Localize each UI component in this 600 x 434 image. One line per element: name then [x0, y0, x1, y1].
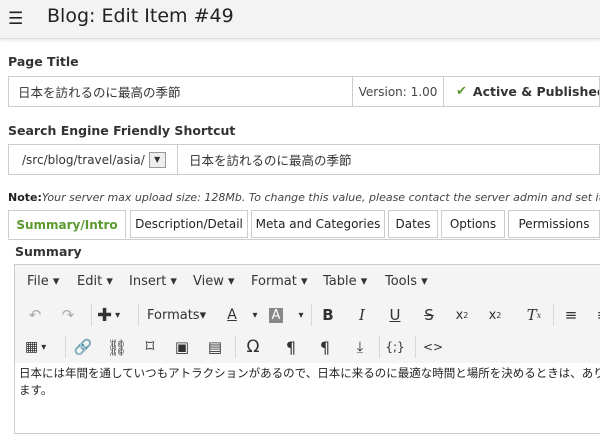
- version-label: Version: 1.00: [352, 76, 444, 107]
- toolbar-divider: [91, 304, 92, 326]
- media-icon[interactable]: ▤: [205, 337, 225, 357]
- toolbar-divider: [65, 336, 66, 358]
- toolbar-divider: [415, 336, 416, 358]
- menu-table[interactable]: Table ▾: [323, 274, 367, 289]
- editor-menubar: File ▾ Edit ▾ Insert ▾ View ▾ Format ▾ T…: [15, 265, 600, 299]
- tab-meta-categories[interactable]: Meta and Categories: [251, 210, 385, 238]
- note-prefix: Note:: [8, 191, 42, 204]
- slug-input[interactable]: 日本を訪れるのに最高の季節: [177, 144, 600, 175]
- menu-edit[interactable]: Edit ▾: [77, 274, 113, 289]
- note-text: Your server max upload size: 128Mb. To c…: [41, 191, 600, 204]
- unlink-icon[interactable]: ⛓: [107, 337, 127, 357]
- top-bar: ☰ Blog: Edit Item #49: [0, 0, 600, 39]
- special-character-icon[interactable]: Ω: [243, 337, 263, 357]
- menu-insert[interactable]: Insert ▾: [129, 274, 177, 289]
- superscript-icon[interactable]: x2: [485, 305, 505, 325]
- upload-note: Note:Your server max upload size: 128Mb.…: [8, 191, 600, 204]
- table-icon[interactable]: ▦ ▾: [25, 337, 46, 357]
- toolbar-divider: [379, 336, 380, 358]
- background-color-dropdown-icon[interactable]: ▾: [291, 305, 311, 325]
- hamburger-menu-icon[interactable]: ☰: [8, 9, 23, 29]
- insert-element-icon[interactable]: ⤓: [350, 337, 370, 357]
- undo-icon[interactable]: ↶: [25, 305, 45, 325]
- chevron-down-icon[interactable]: ▼: [148, 151, 166, 168]
- toolbar-divider: [311, 304, 312, 326]
- tab-bar: Summary/Intro Description/Detail Meta an…: [8, 210, 600, 240]
- underline-icon[interactable]: U: [385, 305, 405, 325]
- source-code-icon[interactable]: <>: [423, 337, 443, 357]
- subscript-icon[interactable]: x2: [452, 305, 472, 325]
- strikethrough-icon[interactable]: S: [419, 305, 439, 325]
- rich-text-editor: File ▾ Edit ▾ Insert ▾ View ▾ Format ▾ T…: [14, 264, 600, 434]
- summary-label: Summary: [15, 244, 82, 259]
- toolbar-divider: [138, 304, 139, 326]
- path-select[interactable]: /src/blog/travel/asia/ ▼: [8, 144, 178, 175]
- code-block-icon[interactable]: {;}: [385, 337, 405, 357]
- status-indicator[interactable]: ✔ Active & Published: [443, 76, 600, 107]
- text-color-icon[interactable]: A: [222, 305, 242, 325]
- redo-icon[interactable]: ↷: [58, 305, 78, 325]
- toolbar-divider: [553, 304, 554, 326]
- tab-summary-intro[interactable]: Summary/Intro: [8, 210, 126, 239]
- background-color-icon[interactable]: A: [266, 305, 286, 325]
- menu-tools[interactable]: Tools ▾: [385, 274, 428, 289]
- page-heading: Blog: Edit Item #49: [47, 5, 234, 27]
- show-blocks-icon[interactable]: ¶: [315, 337, 335, 357]
- formats-dropdown[interactable]: Formats ▾: [147, 305, 206, 325]
- editor-content[interactable]: 日本には年間を通していつもアトラクションがあるので、日本に来るのに最適な時間と場…: [19, 365, 600, 399]
- menu-file[interactable]: File ▾: [27, 274, 59, 289]
- link-icon[interactable]: 🔗: [73, 337, 93, 357]
- italic-icon[interactable]: I: [352, 305, 372, 325]
- bold-icon[interactable]: B: [318, 305, 338, 325]
- insert-plus-icon[interactable]: ✚ ▾: [97, 305, 120, 326]
- menu-view[interactable]: View ▾: [193, 274, 235, 289]
- menu-format[interactable]: Format ▾: [251, 274, 307, 289]
- align-left-icon[interactable]: ≡: [561, 305, 581, 325]
- path-select-value: /src/blog/travel/asia/: [22, 152, 145, 167]
- text-color-dropdown-icon[interactable]: ▾: [245, 305, 265, 325]
- tab-description-detail[interactable]: Description/Detail: [130, 210, 248, 238]
- align-center-icon[interactable]: ≡: [593, 305, 600, 325]
- tab-dates[interactable]: Dates: [388, 210, 438, 238]
- bookmark-icon[interactable]: ⌑: [140, 337, 160, 357]
- editor-toolbar-row-2: ▦ ▾ 🔗 ⛓ ⌑ ▣ ▤ Ω ¶ ¶ ⤓ {;} <>: [15, 331, 600, 363]
- shortcut-label: Search Engine Friendly Shortcut: [8, 123, 236, 138]
- check-icon: ✔: [456, 84, 467, 99]
- tab-permissions[interactable]: Permissions: [508, 210, 600, 238]
- status-text: Active & Published: [472, 84, 600, 99]
- tab-options[interactable]: Options: [441, 210, 505, 238]
- page-title-input[interactable]: 日本を訪れるのに最高の季節: [8, 76, 353, 107]
- page-title-label: Page Title: [8, 54, 79, 69]
- image-icon[interactable]: ▣: [172, 337, 192, 357]
- toolbar-divider: [235, 336, 236, 358]
- editor-toolbar-row-1: ↶ ↷ ✚ ▾ Formats ▾ A ▾ A ▾ B I U S x2 x2 T…: [15, 299, 600, 331]
- paragraph-icon[interactable]: ¶: [281, 337, 301, 357]
- clear-formatting-icon[interactable]: Tx: [524, 305, 544, 325]
